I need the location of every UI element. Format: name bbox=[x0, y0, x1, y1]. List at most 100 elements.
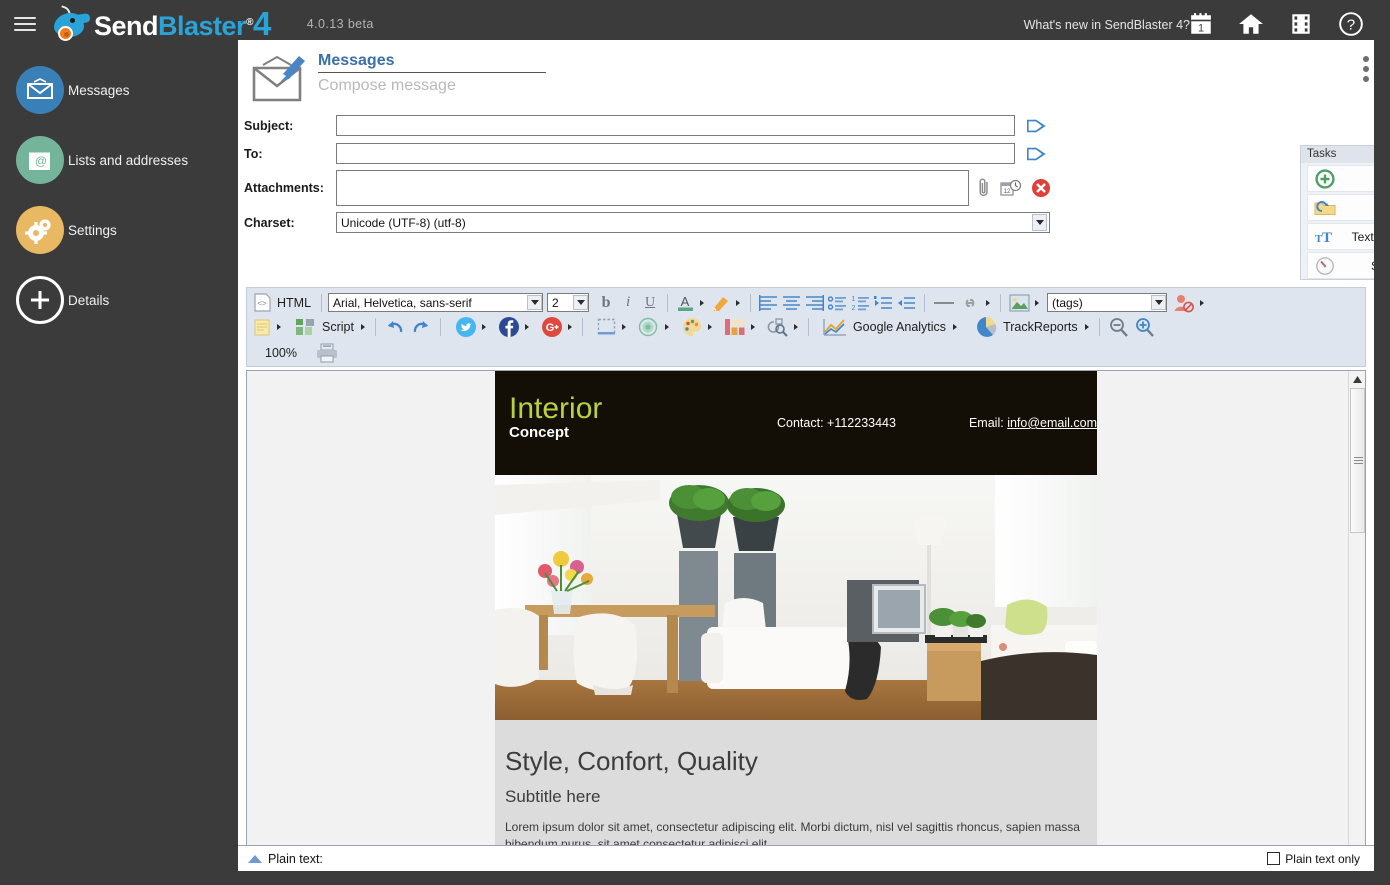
trackreports-dropdown-icon[interactable] bbox=[1085, 324, 1089, 330]
align-right-icon[interactable] bbox=[803, 292, 826, 314]
select-area-icon[interactable] bbox=[595, 316, 619, 338]
script-label[interactable]: Script bbox=[318, 320, 358, 334]
subject-input[interactable] bbox=[336, 115, 1015, 136]
bold-icon[interactable]: b bbox=[595, 292, 617, 314]
palette-dropdown-icon[interactable] bbox=[708, 324, 712, 330]
analytics-chart-icon[interactable] bbox=[821, 316, 849, 338]
unsubscribe-user-icon[interactable] bbox=[1171, 292, 1197, 314]
panel-grip-handle[interactable] bbox=[1362, 52, 1371, 86]
checkbox-box[interactable] bbox=[1267, 852, 1280, 865]
find-code-icon[interactable] bbox=[765, 316, 791, 338]
envelope-icon bbox=[16, 66, 64, 114]
sidebar-item-lists-and-addresses[interactable]: @ Lists and addresses bbox=[0, 132, 238, 188]
insert-image-icon[interactable] bbox=[1007, 292, 1032, 314]
to-input[interactable] bbox=[336, 143, 1015, 164]
layout-blocks-dropdown-icon[interactable] bbox=[751, 324, 755, 330]
whats-new-link[interactable]: What's new in SendBlaster 4? bbox=[1024, 18, 1190, 32]
highlighter-dropdown-icon[interactable] bbox=[736, 300, 740, 306]
open-folder-icon bbox=[1313, 197, 1337, 218]
chevron-down-icon[interactable] bbox=[1151, 295, 1166, 310]
video-icon[interactable] bbox=[1288, 11, 1314, 37]
google-analytics-dropdown-icon[interactable] bbox=[953, 324, 957, 330]
plain-text-only-checkbox[interactable]: Plain text only bbox=[1267, 852, 1360, 866]
link-icon[interactable] bbox=[957, 292, 983, 314]
select-area-dropdown-icon[interactable] bbox=[622, 324, 626, 330]
italic-icon[interactable]: i bbox=[617, 292, 639, 314]
find-code-dropdown-icon[interactable] bbox=[794, 324, 798, 330]
bullet-list-icon[interactable] bbox=[826, 292, 849, 314]
chevron-down-icon[interactable] bbox=[573, 295, 588, 310]
layout-blocks-icon[interactable] bbox=[722, 316, 748, 338]
palette-icon[interactable] bbox=[679, 316, 705, 338]
remove-attachment-icon[interactable] bbox=[1031, 178, 1051, 198]
scroll-up-button[interactable] bbox=[1349, 371, 1366, 388]
font-family-select[interactable]: Arial, Helvetica, sans-serif bbox=[328, 293, 543, 312]
sidebar-item-messages[interactable]: Messages bbox=[0, 62, 238, 118]
svg-text:1: 1 bbox=[852, 296, 856, 303]
zoom-in-icon[interactable] bbox=[1132, 316, 1158, 338]
sticky-note-icon[interactable] bbox=[251, 316, 274, 338]
html-source-icon[interactable]: <> bbox=[251, 292, 273, 314]
preview-scrollbar[interactable] bbox=[1348, 371, 1365, 881]
sidebar-item-label: Details bbox=[68, 293, 109, 308]
redo-icon[interactable] bbox=[408, 316, 434, 338]
google-plus-icon[interactable]: G bbox=[539, 316, 565, 338]
insert-image-dropdown-icon[interactable] bbox=[1035, 300, 1039, 306]
indent-icon[interactable] bbox=[872, 292, 895, 314]
font-size-select[interactable]: 2 bbox=[547, 293, 589, 312]
underline-icon[interactable]: U bbox=[639, 292, 661, 314]
paperclip-icon[interactable] bbox=[977, 177, 991, 199]
charset-select[interactable]: Unicode (UTF-8) (utf-8) bbox=[336, 212, 1050, 233]
tag-icon[interactable] bbox=[1025, 116, 1047, 136]
highlighter-icon[interactable] bbox=[708, 292, 733, 314]
plain-text-only-label: Plain text only bbox=[1285, 852, 1360, 866]
google-plus-dropdown-icon[interactable] bbox=[568, 324, 572, 330]
facebook-dropdown-icon[interactable] bbox=[525, 324, 529, 330]
font-color-icon[interactable]: A bbox=[674, 292, 697, 314]
unsubscribe-dropdown-icon[interactable] bbox=[1200, 300, 1204, 306]
sticky-note-dropdown-icon[interactable] bbox=[277, 324, 281, 330]
gears-icon bbox=[16, 206, 64, 254]
tasks-tab[interactable]: Tasks bbox=[1301, 146, 1381, 163]
print-icon[interactable] bbox=[313, 342, 341, 364]
expand-plain-text-icon[interactable] bbox=[248, 855, 262, 863]
tag-icon[interactable] bbox=[1025, 144, 1047, 164]
tags-select[interactable]: (tags) bbox=[1047, 293, 1167, 312]
undo-icon[interactable] bbox=[382, 316, 408, 338]
schedule-attachment-icon[interactable]: 12 bbox=[1000, 178, 1022, 198]
ripple-icon[interactable] bbox=[636, 316, 662, 338]
numbered-list-icon[interactable]: 1 2 bbox=[849, 292, 872, 314]
facebook-icon[interactable] bbox=[496, 316, 522, 338]
chevron-down-icon[interactable] bbox=[527, 295, 542, 310]
calendar-icon[interactable]: 1 bbox=[1188, 11, 1214, 37]
align-left-icon[interactable] bbox=[757, 292, 780, 314]
horizontal-rule-icon[interactable] bbox=[931, 292, 957, 314]
attachments-input[interactable] bbox=[336, 170, 969, 206]
scrollbar-thumb[interactable] bbox=[1350, 388, 1365, 533]
email-address-link[interactable]: info@email.com bbox=[1007, 416, 1097, 430]
ripple-dropdown-icon[interactable] bbox=[665, 324, 669, 330]
chevron-down-icon[interactable] bbox=[1032, 214, 1047, 231]
sidebar-item-settings[interactable]: Settings bbox=[0, 202, 238, 258]
link-dropdown-icon[interactable] bbox=[986, 300, 990, 306]
script-dropdown-icon[interactable] bbox=[361, 324, 365, 330]
help-icon[interactable]: ? bbox=[1338, 11, 1364, 37]
zoom-level-label[interactable]: 100% bbox=[261, 346, 301, 360]
twitter-icon[interactable] bbox=[453, 316, 479, 338]
twitter-dropdown-icon[interactable] bbox=[482, 324, 486, 330]
to-row: To: bbox=[244, 143, 1047, 164]
sidebar-item-details[interactable]: Details bbox=[0, 272, 238, 328]
outdent-icon[interactable] bbox=[895, 292, 918, 314]
right-edge-strip bbox=[1374, 40, 1390, 871]
pie-chart-icon[interactable] bbox=[973, 316, 999, 338]
email-brand: Interior Concept bbox=[509, 393, 602, 442]
trackreports-label[interactable]: TrackReports bbox=[999, 320, 1082, 334]
zoom-out-icon[interactable] bbox=[1106, 316, 1132, 338]
blocks-icon[interactable] bbox=[293, 316, 318, 338]
align-center-icon[interactable] bbox=[780, 292, 803, 314]
google-analytics-label[interactable]: Google Analytics bbox=[849, 320, 950, 334]
home-icon[interactable] bbox=[1238, 11, 1264, 37]
html-label[interactable]: HTML bbox=[273, 296, 315, 310]
hamburger-menu-icon[interactable] bbox=[14, 13, 36, 35]
font-color-dropdown-icon[interactable] bbox=[700, 300, 704, 306]
